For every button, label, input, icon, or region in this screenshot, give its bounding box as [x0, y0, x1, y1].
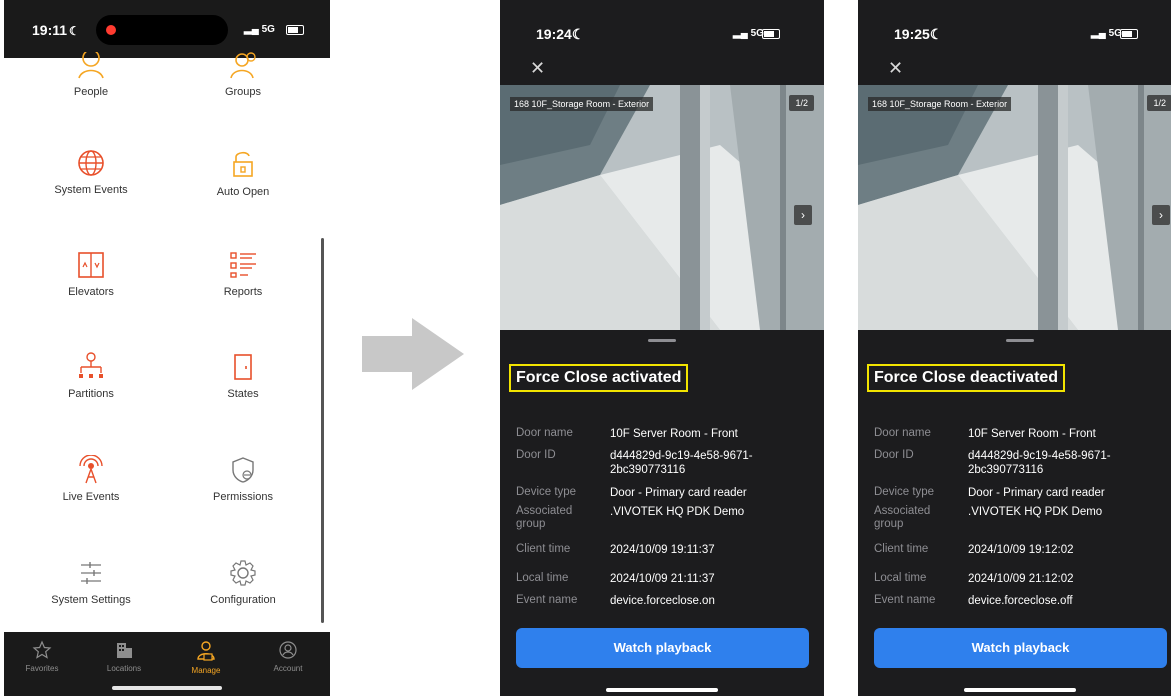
- event-detail-screen-deactivated: 19:25☾ ▂▄ 5G ✕ 168 10F_Storage Room - Ex…: [858, 0, 1171, 696]
- network-status: ▂▄ 5G: [244, 24, 275, 35]
- globe-icon: [78, 150, 104, 176]
- unlock-icon: [233, 151, 253, 177]
- tile-label: System Settings: [51, 594, 131, 606]
- next-camera-chevron-icon[interactable]: ›: [794, 205, 812, 225]
- network-status: ▂▄ 5G: [1091, 28, 1122, 39]
- star-icon: [32, 640, 52, 659]
- account-icon: [279, 641, 297, 659]
- tile-label: Auto Open: [216, 186, 270, 198]
- tab-locations[interactable]: Locations: [92, 640, 156, 673]
- camera-image: [500, 85, 824, 330]
- tile-label: States: [227, 388, 259, 400]
- camera-image: [858, 85, 1171, 330]
- tab-bar: Favorites Locations Manage Account: [4, 632, 330, 696]
- tab-manage[interactable]: Manage: [174, 640, 238, 675]
- tile-elevators[interactable]: Elevators: [16, 250, 166, 298]
- status-time: 19:24☾: [536, 26, 585, 42]
- tile-states[interactable]: States: [168, 352, 318, 400]
- status-time: 19:25☾: [894, 26, 943, 42]
- tile-reports[interactable]: Reports: [168, 250, 318, 298]
- close-icon[interactable]: ✕: [888, 58, 903, 79]
- tab-account[interactable]: Account: [256, 640, 320, 673]
- home-indicator: [112, 686, 222, 690]
- group-icon: [230, 52, 256, 79]
- sheet-grabber[interactable]: [1006, 339, 1034, 342]
- tile-configuration[interactable]: Configuration: [168, 558, 318, 606]
- tile-auto-open[interactable]: Auto Open: [168, 148, 318, 198]
- home-indicator: [964, 688, 1076, 692]
- building-icon: [117, 643, 132, 658]
- scrollbar[interactable]: [321, 238, 324, 623]
- event-title: Force Close deactivated: [867, 364, 1066, 392]
- camera-snapshot: 168 10F_Storage Room - Exterior 1/2 ›: [858, 85, 1171, 330]
- manage-screen: 19:11 ☾ ▂▄ 5G People Groups System Events…: [4, 0, 330, 696]
- status-bar: 19:24☾ ▂▄ 5G: [500, 0, 824, 84]
- tile-label: Reports: [223, 286, 263, 298]
- manage-icon: [197, 641, 215, 661]
- status-bar: 19:11 ☾ ▂▄ 5G: [4, 0, 330, 58]
- tile-label: Elevators: [68, 286, 114, 298]
- right-arrow-icon: [362, 318, 464, 390]
- tile-partitions[interactable]: Partitions: [16, 352, 166, 400]
- tile-label: System Events: [54, 184, 128, 196]
- elevator-icon: [78, 252, 104, 278]
- event-title: Force Close activated: [509, 364, 689, 392]
- hierarchy-icon: [79, 352, 103, 378]
- camera-pager: 1/2: [789, 95, 814, 111]
- watch-playback-button[interactable]: Watch playback: [874, 628, 1167, 668]
- home-indicator: [606, 688, 718, 692]
- camera-snapshot: 168 10F_Storage Room - Exterior 1/2 ›: [500, 85, 824, 330]
- close-icon[interactable]: ✕: [530, 58, 545, 79]
- list-icon: [230, 252, 256, 278]
- shield-lock-icon: [232, 457, 254, 483]
- network-status: ▂▄ 5G: [733, 28, 764, 39]
- dynamic-island: [96, 15, 228, 45]
- tile-groups[interactable]: Groups: [168, 52, 318, 98]
- tile-label: Groups: [224, 86, 262, 98]
- tile-live-events[interactable]: Live Events: [16, 455, 166, 503]
- sliders-icon: [81, 562, 101, 584]
- camera-label: 168 10F_Storage Room - Exterior: [868, 97, 1012, 111]
- door-icon: [234, 354, 252, 380]
- event-detail-screen-activated: 19:24☾ ▂▄ 5G ✕ 168 10F_Storage Room - Ex…: [500, 0, 824, 696]
- sheet-grabber[interactable]: [648, 339, 676, 342]
- status-time: 19:11 ☾: [32, 22, 80, 38]
- tile-label: Permissions: [213, 491, 273, 503]
- tile-permissions[interactable]: Permissions: [168, 455, 318, 503]
- tile-people[interactable]: People: [16, 52, 166, 98]
- battery-icon: [286, 25, 304, 35]
- antenna-icon: [79, 455, 103, 484]
- tile-label: Configuration: [210, 594, 276, 606]
- camera-pager: 1/2: [1147, 95, 1171, 111]
- tile-system-events[interactable]: System Events: [16, 148, 166, 196]
- tile-label: Live Events: [62, 491, 120, 503]
- next-camera-chevron-icon[interactable]: ›: [1152, 205, 1170, 225]
- tab-favorites[interactable]: Favorites: [10, 640, 74, 673]
- tile-label: Partitions: [68, 388, 114, 400]
- tile-system-settings[interactable]: System Settings: [16, 558, 166, 606]
- camera-label: 168 10F_Storage Room - Exterior: [510, 97, 654, 111]
- status-bar: 19:25☾ ▂▄ 5G: [858, 0, 1171, 84]
- battery-icon: [762, 29, 780, 39]
- gear-icon: [230, 560, 256, 586]
- person-icon: [78, 52, 104, 79]
- tile-label: People: [73, 86, 109, 98]
- recording-indicator-icon: [106, 25, 116, 35]
- watch-playback-button[interactable]: Watch playback: [516, 628, 809, 668]
- battery-icon: [1120, 29, 1138, 39]
